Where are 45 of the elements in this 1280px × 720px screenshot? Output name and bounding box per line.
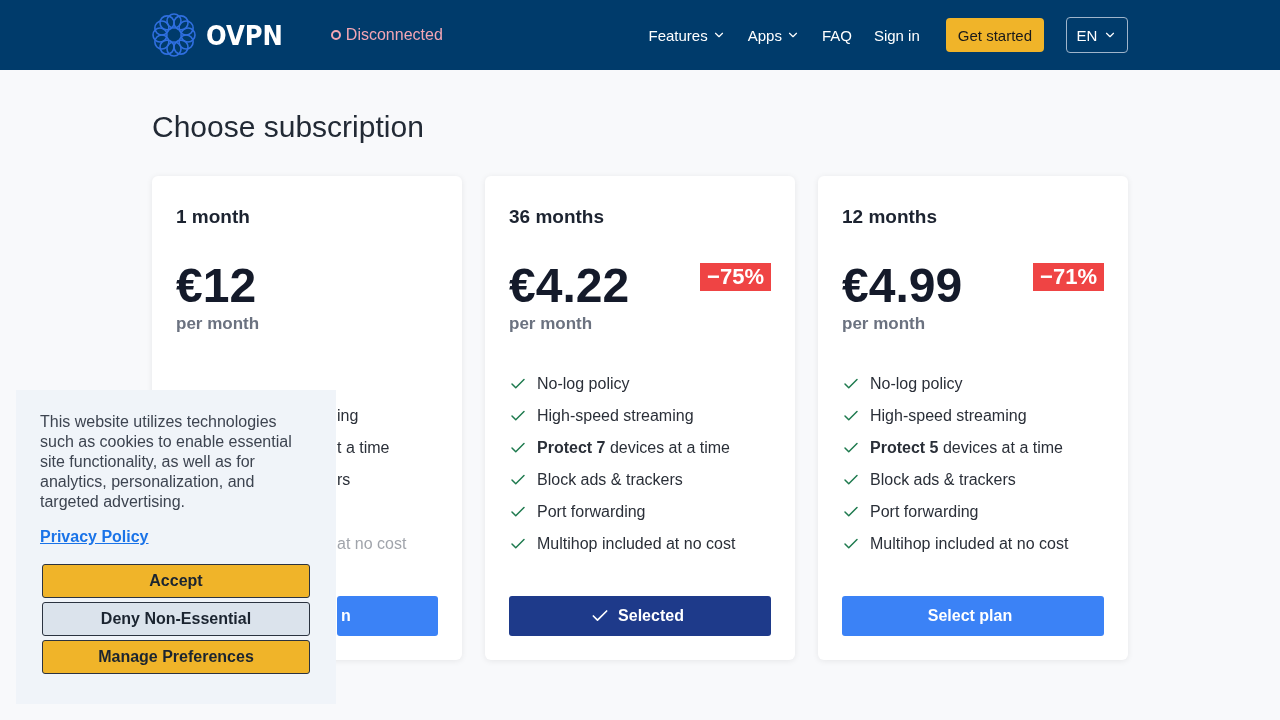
nav-link[interactable]: Features (648, 26, 726, 44)
page-heading: Choose subscription (152, 110, 425, 144)
cookie-button[interactable]: Accept (42, 564, 310, 598)
discount-badge: −75% (700, 263, 771, 291)
feature-text: No-log policy (870, 375, 963, 393)
feature-text: High-speed streaming (537, 407, 694, 425)
plan-price: €4.22 (509, 258, 630, 314)
nav-link[interactable]: Sign in (873, 26, 920, 44)
plan-price: €12 (176, 258, 257, 314)
cookie-text: This website utilizes technologies such as cookies to enable essential site functionality, as well as for analytics, personalization, and targeted advertising. (40, 412, 293, 512)
feature-text: High-speed streaming (870, 407, 1027, 425)
feature-text: Protect 7 devices at a time (537, 439, 730, 457)
feature-text: Multihop included at no cost (870, 535, 1069, 553)
feature-text: Multihop included at no cost (537, 535, 736, 553)
feature-text: Block ads & trackers (870, 471, 1016, 489)
feature-text: Port forwarding (537, 503, 646, 521)
get-started-button[interactable]: Get started (945, 18, 1044, 52)
nav-link[interactable]: FAQ (821, 26, 852, 44)
price-period: per month (509, 314, 594, 334)
plan-title: 12 months (842, 206, 939, 228)
discount-badge: −71% (1033, 263, 1104, 291)
plan-title: 1 month (176, 206, 251, 228)
plan-price: €4.99 (842, 258, 963, 314)
feature-text: Protect 5 devices at a time (870, 439, 1063, 457)
select-plan-button[interactable]: Selected (509, 596, 771, 636)
feature-text: Block ads & trackers (537, 471, 683, 489)
feature-text: at no cost (337, 535, 407, 553)
cookie-button[interactable]: Deny Non-Essential (42, 602, 310, 636)
feature-text: ing (337, 407, 359, 425)
feature-text: Port forwarding (870, 503, 979, 521)
privacy-policy-link[interactable]: Privacy Policy (40, 528, 149, 546)
feature-text: rs (337, 471, 351, 489)
logo-icon (152, 13, 196, 57)
plan-title: 36 months (509, 206, 606, 228)
connection-status: Disconnected (330, 26, 443, 44)
price-period: per month (842, 314, 927, 334)
feature-text: t a time (337, 439, 390, 457)
nav-link[interactable]: Apps (747, 26, 800, 44)
feature-text: No-log policy (537, 375, 630, 393)
price-period: per month (176, 314, 261, 334)
cookie-button[interactable]: Manage Preferences (42, 640, 310, 674)
logo-text[interactable]: OVPN (206, 19, 283, 51)
language-select[interactable]: EN (1066, 17, 1128, 53)
select-plan-button[interactable]: Select plan (842, 596, 1104, 636)
select-plan-button[interactable]: n (337, 596, 438, 636)
